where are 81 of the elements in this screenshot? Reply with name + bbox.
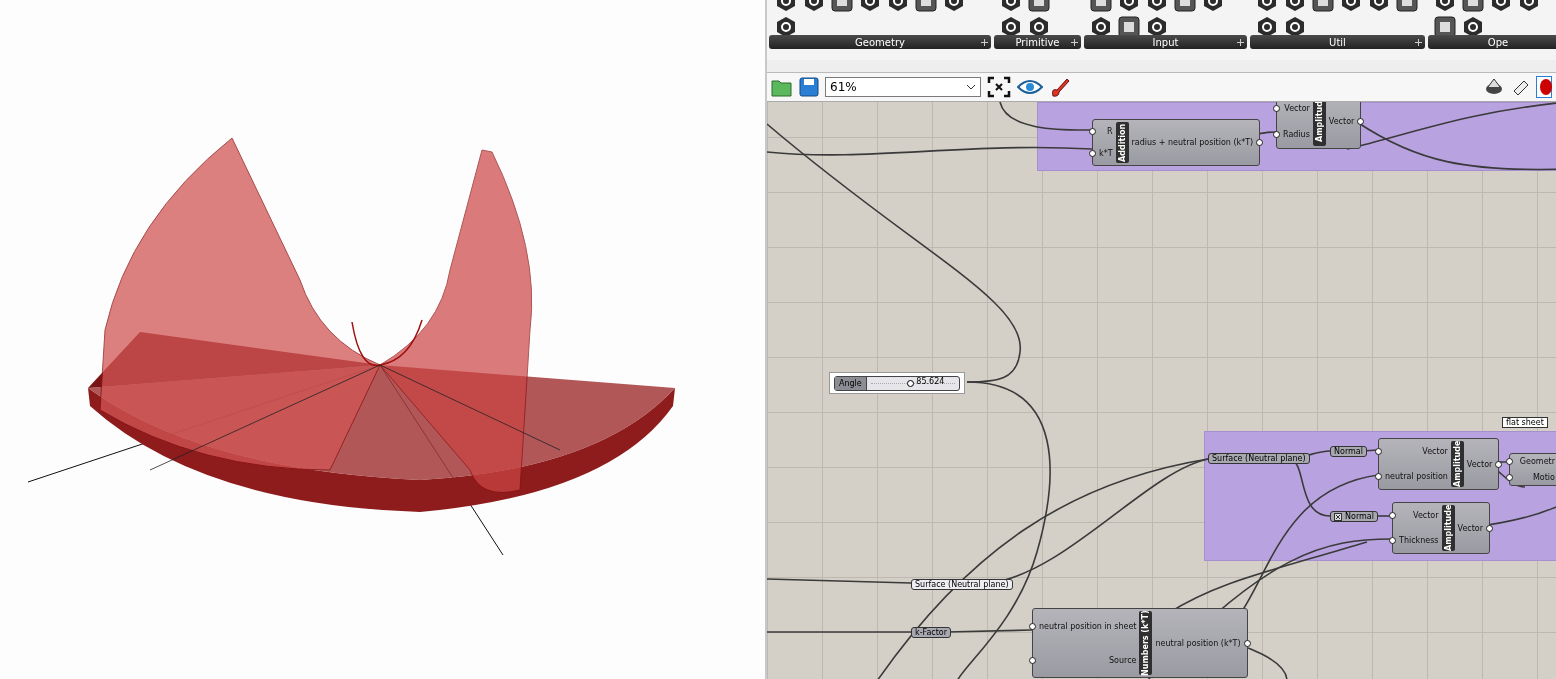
- hexagon-icon[interactable]: [1028, 16, 1050, 35]
- component-node[interactable]: Geometr Motio: [1509, 453, 1556, 486]
- chevron-down-icon: [966, 84, 976, 90]
- ribbon-group-label: Ope: [1487, 36, 1509, 48]
- output-label: radius + neutral position (k*T): [1131, 138, 1254, 147]
- hexagon-icon[interactable]: [1146, 16, 1168, 35]
- parameter-label: Surface (Neutral plane): [1212, 454, 1306, 463]
- parameter-label: Surface (Neutral plane): [915, 580, 1009, 589]
- expand-icon[interactable]: [981, 39, 988, 46]
- parameter-node[interactable]: Surface (Neutral plane): [911, 579, 1013, 590]
- folder-icon[interactable]: [771, 77, 793, 97]
- slider-label: Angle: [835, 376, 867, 390]
- input-port[interactable]: [1375, 448, 1382, 455]
- output-label: Vector: [1328, 117, 1355, 126]
- output-port[interactable]: [1243, 639, 1251, 647]
- input-port[interactable]: [1273, 104, 1280, 112]
- output-label: neutral position (k*T): [1155, 638, 1241, 648]
- input-label: Radius: [1283, 130, 1310, 140]
- hexagon-icon[interactable]: [1000, 16, 1022, 35]
- output-port[interactable]: [1486, 524, 1494, 532]
- parameter-node[interactable]: Normal: [1330, 446, 1367, 457]
- input-label: Geometr: [1519, 457, 1555, 467]
- input-port[interactable]: [1375, 473, 1382, 480]
- output-port[interactable]: [1256, 139, 1264, 146]
- hexagon-icon[interactable]: [1462, 16, 1484, 35]
- input-label: Thickness: [1399, 536, 1439, 545]
- preview-icon[interactable]: [1484, 77, 1504, 97]
- output-label: Vector: [1466, 459, 1493, 469]
- ribbon-group-label: Geometry: [855, 36, 905, 48]
- group-tooltip: flat sheet: [1502, 417, 1548, 428]
- input-label: Vector: [1284, 103, 1310, 113]
- input-label: Vector: [1422, 447, 1448, 456]
- parameter-label: k-Factor: [915, 628, 947, 637]
- zoom-dropdown[interactable]: 61%: [825, 77, 981, 97]
- component-title: Numbers (k*T): [1139, 611, 1153, 675]
- parameter-label: Normal: [1334, 447, 1363, 456]
- input-label: R: [1106, 126, 1113, 136]
- input-port[interactable]: [1273, 131, 1280, 139]
- parameter-icon: [1334, 512, 1342, 521]
- ribbon-group-label: Input: [1152, 36, 1179, 48]
- save-icon[interactable]: [799, 77, 819, 97]
- input-label: Vector: [1413, 511, 1439, 520]
- component-title: Amplitude: [1450, 441, 1464, 487]
- zoom-value: 61%: [830, 80, 857, 94]
- slider-knob[interactable]: [907, 379, 915, 387]
- input-label: Source: [1108, 655, 1137, 665]
- hexagon-icon[interactable]: [775, 16, 797, 35]
- expand-icon[interactable]: [1415, 39, 1422, 46]
- hexagon-icon[interactable]: [1284, 16, 1306, 35]
- ribbon-group-label: Primitive: [1015, 36, 1060, 48]
- input-label: Motio: [1532, 472, 1555, 482]
- component-title: Amplitude: [1441, 505, 1455, 551]
- zoom-extents-icon[interactable]: [987, 76, 1011, 98]
- input-label: k*T: [1099, 149, 1113, 159]
- input-port[interactable]: [1389, 512, 1396, 519]
- input-port[interactable]: [1029, 622, 1036, 630]
- hexagon-icon[interactable]: [1090, 16, 1112, 35]
- output-label: Vector: [1457, 523, 1484, 533]
- slider-value: 85.624: [916, 376, 945, 386]
- component-title: Addition: [1115, 122, 1129, 163]
- parameter-node[interactable]: Normal: [1330, 511, 1378, 522]
- parameter-node[interactable]: k-Factor: [911, 627, 951, 638]
- output-port[interactable]: [1495, 460, 1503, 468]
- expand-icon[interactable]: [1237, 39, 1244, 46]
- eye-icon[interactable]: [1017, 79, 1043, 95]
- parameter-node[interactable]: Surface (Neutral plane): [1208, 453, 1310, 464]
- expand-icon[interactable]: [1071, 39, 1078, 46]
- input-port[interactable]: [1089, 150, 1096, 158]
- input-port[interactable]: [1089, 127, 1096, 135]
- parameter-label: Normal: [1345, 512, 1374, 521]
- input-label: neutral position in sheet: [1039, 621, 1137, 631]
- component-node[interactable]: neutral position in sheet Source Numbers (k*T) neutral position (k*T): [1032, 608, 1248, 678]
- output-port[interactable]: [1357, 118, 1365, 125]
- component-title: Amplitud: [1312, 102, 1326, 146]
- input-port[interactable]: [1389, 537, 1396, 544]
- input-port[interactable]: [1029, 656, 1036, 664]
- brush-icon[interactable]: [1049, 76, 1071, 98]
- number-slider[interactable]: Angle 85.624: [834, 375, 960, 391]
- hexagon-icon[interactable]: [1256, 16, 1278, 35]
- ribbon-group-label: Util: [1329, 36, 1346, 48]
- input-label: neutral position: [1385, 472, 1448, 481]
